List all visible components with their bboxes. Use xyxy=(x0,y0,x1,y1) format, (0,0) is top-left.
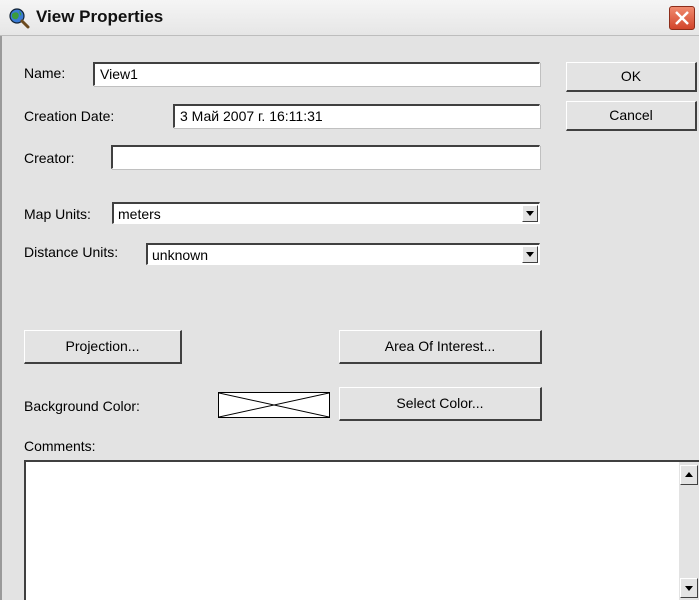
area-of-interest-button[interactable]: Area Of Interest... xyxy=(339,330,542,364)
comments-textarea[interactable] xyxy=(24,460,699,600)
scroll-down-icon[interactable] xyxy=(680,578,698,598)
select-color-button[interactable]: Select Color... xyxy=(339,387,542,421)
chevron-down-icon[interactable] xyxy=(522,246,538,263)
comments-scrollbar[interactable] xyxy=(679,462,699,600)
close-icon xyxy=(675,11,689,25)
map-units-label: Map Units: xyxy=(24,206,91,222)
map-units-dropdown[interactable]: meters xyxy=(112,202,540,224)
creator-field[interactable] xyxy=(111,145,540,169)
creation-date-label: Creation Date: xyxy=(24,108,115,124)
creation-date-field[interactable]: 3 Май 2007 г. 16:11:31 xyxy=(173,104,540,128)
distance-units-dropdown[interactable]: unknown xyxy=(146,243,540,265)
title-bar: View Properties xyxy=(0,0,699,36)
cancel-button[interactable]: Cancel xyxy=(566,101,697,131)
no-color-icon xyxy=(218,392,330,418)
background-color-swatch[interactable] xyxy=(218,392,330,418)
window-title: View Properties xyxy=(36,7,164,26)
name-label: Name: xyxy=(24,65,66,81)
ok-button[interactable]: OK xyxy=(566,62,697,92)
distance-units-value: unknown xyxy=(152,247,209,263)
projection-button[interactable]: Projection... xyxy=(24,330,182,364)
background-color-label: Background Color: xyxy=(24,398,140,414)
name-field[interactable]: View1 xyxy=(93,62,540,86)
globe-magnifier-icon xyxy=(9,8,30,29)
comments-label: Comments: xyxy=(24,438,96,454)
map-units-value: meters xyxy=(118,206,161,222)
distance-units-label: Distance Units: xyxy=(24,244,119,260)
window-frame xyxy=(0,36,2,600)
creator-label: Creator: xyxy=(24,150,75,166)
close-button[interactable] xyxy=(669,6,695,30)
scroll-up-icon[interactable] xyxy=(680,465,698,485)
chevron-down-icon[interactable] xyxy=(522,205,538,222)
